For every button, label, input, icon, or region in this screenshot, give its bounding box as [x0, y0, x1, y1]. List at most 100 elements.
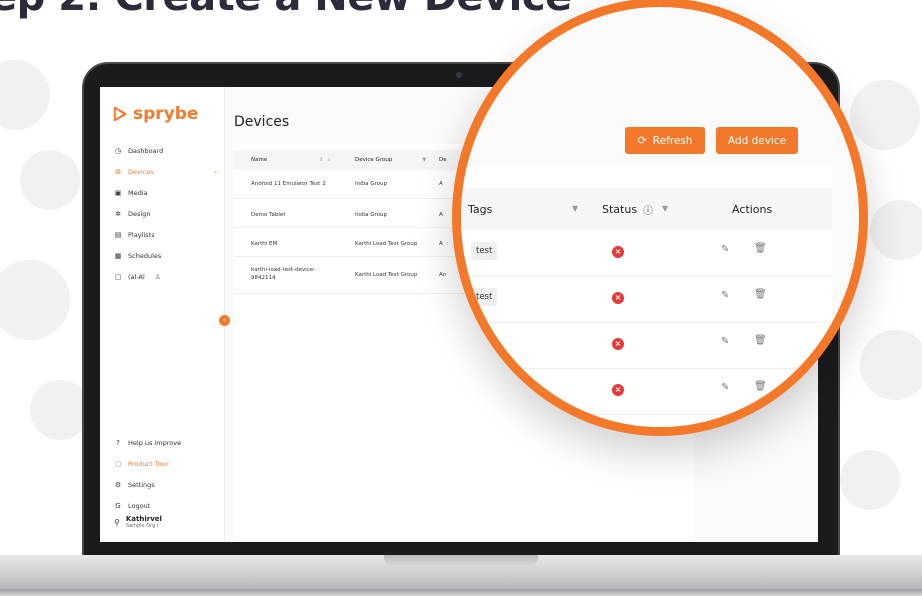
sidebar-item-label: Design — [128, 209, 151, 218]
column-label: Device Group — [355, 157, 393, 163]
edit-icon[interactable]: ✎ — [721, 244, 729, 255]
devices-icon: ⧉ — [115, 167, 121, 176]
column-header-status[interactable]: Status — [602, 203, 637, 216]
sidebar-item-label: Media — [128, 188, 148, 197]
column-header-name[interactable]: Name ⇕ ⌕ — [251, 157, 330, 163]
sidebar-item-logout[interactable]: G Logout — [114, 495, 218, 516]
cell-group: Karthi Load Test Group — [355, 272, 418, 278]
status-error-icon: × — [612, 246, 624, 258]
column-header-tags[interactable]: Tags — [468, 203, 492, 216]
cell-group: Karthi Load Test Group — [355, 241, 418, 247]
collapse-sidebar-button[interactable]: ‹ — [219, 315, 230, 326]
logo-icon — [113, 106, 127, 122]
edit-icon[interactable]: ✎ — [721, 290, 729, 301]
chevron-down-icon: ⌄ — [212, 168, 218, 175]
edit-icon[interactable]: ✎ — [721, 336, 729, 347]
help-icon: ? — [116, 438, 120, 447]
sidebar-item-label: (al-Al — [128, 272, 145, 281]
user-profile[interactable]: ⚲ Kathirvel Sample Org I — [114, 515, 162, 529]
sidebar-item-playlists[interactable]: ▤ Playlists — [114, 224, 218, 245]
chevron-left-icon: ‹ — [223, 316, 226, 324]
image-icon: ▣ — [114, 188, 122, 197]
sidebar-item-devices[interactable]: ⧉ Devices ⌄ — [114, 161, 219, 182]
tour-icon: ▢ — [114, 459, 122, 468]
delete-icon[interactable]: 🗑 — [754, 381, 767, 392]
cell-group: India Group — [355, 181, 387, 187]
laptop-notch — [384, 555, 538, 567]
design-icon: ✲ — [115, 209, 121, 218]
add-device-button[interactable]: Add device — [716, 127, 798, 154]
status-error-icon: × — [612, 338, 624, 350]
sidebar-item-label: Product Tour — [128, 459, 169, 468]
column-label: De — [439, 157, 447, 163]
logout-icon: G — [115, 501, 121, 510]
gear-icon: ⚙ — [114, 480, 122, 489]
table-row[interactable]: test × ✎ 🗑 — [461, 230, 832, 277]
user-name: Kathirvel — [125, 515, 162, 523]
sidebar-item-al[interactable]: ▢ (al-Al ♙ — [114, 266, 218, 287]
search-icon[interactable]: ⌕ — [327, 157, 330, 163]
cell-name: Demo Tablet — [251, 212, 286, 218]
refresh-label: Refresh — [652, 134, 693, 147]
laptop-base-edge — [0, 589, 922, 596]
refresh-button[interactable]: ⟳ Refresh — [625, 127, 705, 154]
sidebar: sprybe ◷ Dashboard ⧉ Devices ⌄ ▣ Media ✲… — [100, 87, 225, 542]
page-title: Devices — [234, 114, 290, 130]
sidebar-item-settings[interactable]: ⚙ Settings — [114, 474, 218, 495]
sidebar-bottom-nav: ? Help us improve ▢ Product Tour ⚙ Setti… — [114, 432, 218, 516]
column-header-actions: Actions — [732, 203, 773, 216]
cell-extra: A — [439, 181, 443, 187]
cell-extra: A — [439, 212, 443, 218]
logo-text: sprybe — [133, 104, 199, 124]
sidebar-item-dashboard[interactable]: ◷ Dashboard — [114, 140, 218, 161]
edit-icon[interactable]: ✎ — [721, 382, 729, 393]
zoom-magnifier: ⟳ Refresh Add device Tags ▼ Status ⓘ ▼ A… — [452, 0, 868, 436]
info-icon[interactable]: ⓘ — [643, 202, 653, 217]
status-error-icon: × — [612, 384, 624, 396]
document-icon: ▢ — [114, 272, 122, 281]
filter-icon[interactable]: ▼ — [422, 157, 426, 163]
sidebar-item-help[interactable]: ? Help us improve — [114, 432, 218, 453]
tag-chip: test — [471, 242, 498, 260]
tag-chip: test — [471, 288, 498, 306]
playlist-icon: ▤ — [114, 230, 122, 239]
sidebar-item-label: Playlists — [128, 230, 155, 239]
user-icon: ⚲ — [114, 517, 120, 527]
filter-icon[interactable]: ▼ — [572, 204, 578, 213]
sidebar-item-design[interactable]: ✲ Design — [114, 203, 218, 224]
table-row[interactable]: test × ✎ 🗑 — [461, 276, 832, 323]
cell-extra: An — [439, 272, 447, 278]
add-device-label: Add device — [727, 134, 787, 147]
logo[interactable]: sprybe — [113, 104, 198, 124]
clock-icon: ◷ — [114, 146, 122, 155]
sidebar-item-schedules[interactable]: ▦ Schedules — [114, 245, 218, 266]
calendar-icon: ▦ — [114, 251, 122, 260]
sort-icon[interactable]: ⇕ — [319, 157, 323, 163]
column-label: Name — [251, 157, 268, 163]
table-row[interactable]: × ✎ 🗑 — [461, 368, 832, 415]
zoom-content: ⟳ Refresh Add device Tags ▼ Status ⓘ ▼ A… — [461, 7, 859, 427]
sidebar-item-suffix: ♙ — [154, 272, 161, 281]
sidebar-item-media[interactable]: ▣ Media — [114, 182, 218, 203]
column-header-extra[interactable]: De — [439, 157, 447, 163]
filter-icon[interactable]: ▼ — [662, 204, 668, 213]
user-org: Sample Org I — [125, 523, 159, 529]
cell-name: Karthi EM — [251, 241, 278, 247]
delete-icon[interactable]: 🗑 — [754, 289, 767, 300]
cell-name: Android 11 Emulator Test 2 — [251, 181, 326, 187]
sidebar-item-label: Dashboard — [128, 146, 164, 155]
column-header-device-group[interactable]: Device Group ▼ — [355, 157, 426, 163]
sidebar-item-label: Help us improve — [128, 438, 182, 447]
cell-group: India Group — [355, 212, 387, 218]
table-row[interactable]: × ✎ 🗑 — [461, 322, 832, 369]
cell-extra: A — [439, 241, 443, 247]
sidebar-item-label: Schedules — [128, 251, 162, 260]
status-error-icon: × — [612, 292, 624, 304]
delete-icon[interactable]: 🗑 — [754, 335, 767, 346]
sidebar-item-label: Devices — [128, 167, 154, 176]
cell-name: karthi-load-test-device- 9842114 — [251, 267, 316, 281]
delete-icon[interactable]: 🗑 — [754, 243, 767, 254]
zoom-table-header — [461, 188, 832, 230]
sidebar-nav: ◷ Dashboard ⧉ Devices ⌄ ▣ Media ✲ Design… — [114, 140, 218, 287]
sidebar-item-product-tour[interactable]: ▢ Product Tour — [114, 453, 218, 474]
